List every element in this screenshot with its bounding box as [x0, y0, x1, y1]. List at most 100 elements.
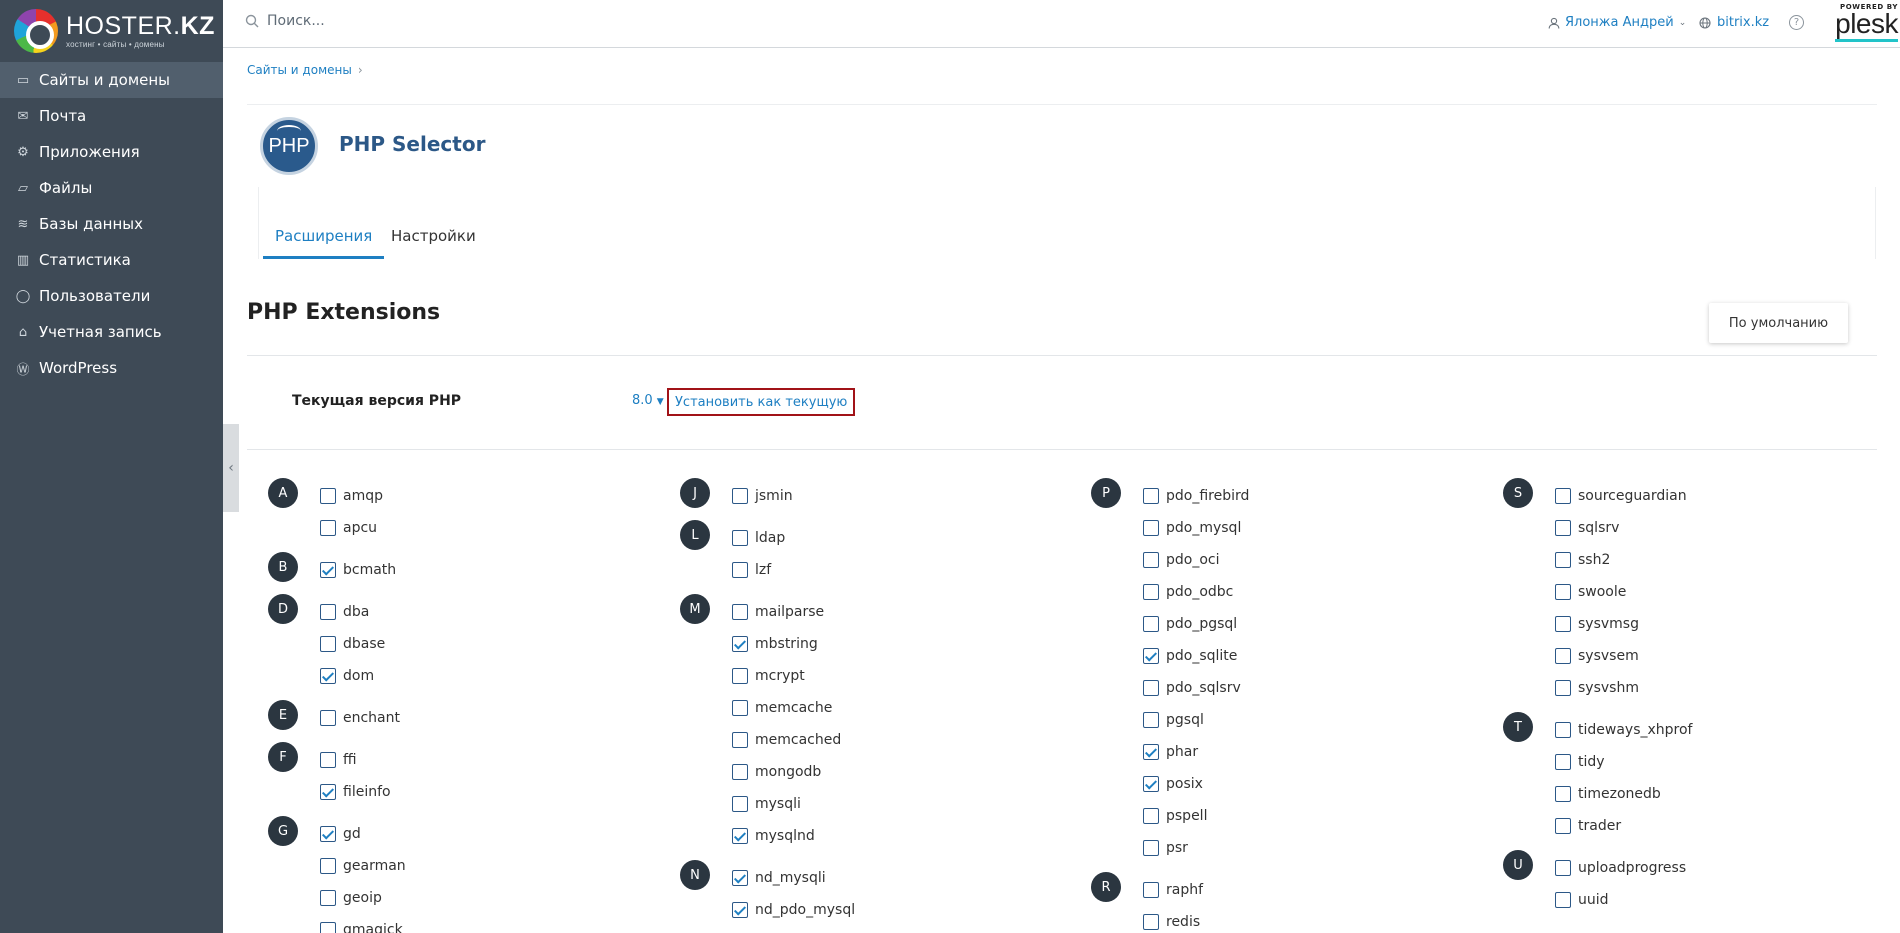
checkbox-unchecked-icon[interactable] [732, 668, 748, 684]
checkbox-unchecked-icon[interactable] [1555, 616, 1571, 632]
checkbox-unchecked-icon[interactable] [732, 604, 748, 620]
tab-settings[interactable]: Настройки [391, 227, 476, 259]
checkbox-unchecked-icon[interactable] [1555, 584, 1571, 600]
checkbox-unchecked-icon[interactable] [1555, 552, 1571, 568]
checkbox-checked-icon[interactable] [320, 668, 336, 684]
checkbox-unchecked-icon[interactable] [320, 710, 336, 726]
extension-checkbox[interactable]: dba [320, 602, 369, 622]
extension-checkbox[interactable]: gd [320, 824, 361, 844]
checkbox-unchecked-icon[interactable] [320, 858, 336, 874]
extension-checkbox[interactable]: raphf [1143, 880, 1203, 900]
checkbox-unchecked-icon[interactable] [1143, 680, 1159, 696]
checkbox-unchecked-icon[interactable] [732, 700, 748, 716]
checkbox-checked-icon[interactable] [732, 636, 748, 652]
extension-checkbox[interactable]: pspell [1143, 806, 1207, 826]
sidebar-item-7[interactable]: ⌂ Учетная запись [0, 314, 223, 350]
extension-checkbox[interactable]: pdo_firebird [1143, 486, 1249, 506]
checkbox-unchecked-icon[interactable] [1555, 648, 1571, 664]
checkbox-unchecked-icon[interactable] [320, 752, 336, 768]
extension-checkbox[interactable]: mcrypt [732, 666, 805, 686]
checkbox-unchecked-icon[interactable] [1143, 840, 1159, 856]
extension-checkbox[interactable]: mysqli [732, 794, 801, 814]
extension-checkbox[interactable]: memcache [732, 698, 832, 718]
checkbox-unchecked-icon[interactable] [1555, 488, 1571, 504]
sidebar-item-8[interactable]: Ⓦ WordPress [0, 350, 223, 386]
checkbox-checked-icon[interactable] [320, 784, 336, 800]
extension-checkbox[interactable]: bcmath [320, 560, 396, 580]
checkbox-unchecked-icon[interactable] [320, 604, 336, 620]
checkbox-unchecked-icon[interactable] [1143, 712, 1159, 728]
extension-checkbox[interactable]: mongodb [732, 762, 821, 782]
checkbox-unchecked-icon[interactable] [1555, 722, 1571, 738]
checkbox-unchecked-icon[interactable] [1143, 520, 1159, 536]
extension-checkbox[interactable]: swoole [1555, 582, 1626, 602]
checkbox-unchecked-icon[interactable] [1143, 882, 1159, 898]
extension-checkbox[interactable]: trader [1555, 816, 1621, 836]
extension-checkbox[interactable]: pgsql [1143, 710, 1204, 730]
search-input[interactable] [267, 13, 567, 29]
php-version-select[interactable]: 8.0 ▼ [632, 393, 664, 408]
extension-checkbox[interactable]: pdo_pgsql [1143, 614, 1237, 634]
checkbox-unchecked-icon[interactable] [732, 488, 748, 504]
checkbox-unchecked-icon[interactable] [1555, 786, 1571, 802]
extension-checkbox[interactable]: psr [1143, 838, 1188, 858]
tab-extensions[interactable]: Расширения [263, 227, 385, 259]
extension-checkbox[interactable]: ffi [320, 750, 357, 770]
checkbox-unchecked-icon[interactable] [732, 562, 748, 578]
checkbox-unchecked-icon[interactable] [732, 530, 748, 546]
extension-checkbox[interactable]: pdo_sqlsrv [1143, 678, 1241, 698]
checkbox-checked-icon[interactable] [320, 826, 336, 842]
checkbox-checked-icon[interactable] [732, 870, 748, 886]
extension-checkbox[interactable]: pdo_sqlite [1143, 646, 1237, 666]
checkbox-checked-icon[interactable] [732, 828, 748, 844]
sidebar-item-3[interactable]: ▱ Файлы [0, 170, 223, 206]
extension-checkbox[interactable]: amqp [320, 486, 383, 506]
checkbox-checked-icon[interactable] [1143, 776, 1159, 792]
extension-checkbox[interactable]: fileinfo [320, 782, 391, 802]
extension-checkbox[interactable]: mysqlnd [732, 826, 815, 846]
checkbox-unchecked-icon[interactable] [732, 764, 748, 780]
extension-checkbox[interactable]: pdo_mysql [1143, 518, 1241, 538]
extension-checkbox[interactable]: uploadprogress [1555, 858, 1686, 878]
extension-checkbox[interactable]: pdo_oci [1143, 550, 1220, 570]
extension-checkbox[interactable]: dbase [320, 634, 385, 654]
sidebar-item-0[interactable]: ▭ Сайты и домены [0, 62, 223, 98]
extension-checkbox[interactable]: apcu [320, 518, 377, 538]
sidebar-item-2[interactable]: ⚙ Приложения [0, 134, 223, 170]
checkbox-checked-icon[interactable] [732, 902, 748, 918]
sidebar-collapse-button[interactable]: ‹ [223, 424, 239, 512]
checkbox-unchecked-icon[interactable] [1555, 892, 1571, 908]
checkbox-unchecked-icon[interactable] [320, 520, 336, 536]
sidebar-item-6[interactable]: ◯ Пользователи [0, 278, 223, 314]
checkbox-unchecked-icon[interactable] [1143, 488, 1159, 504]
checkbox-unchecked-icon[interactable] [1555, 860, 1571, 876]
breadcrumb-item[interactable]: Сайты и домены [247, 63, 352, 77]
checkbox-unchecked-icon[interactable] [1143, 616, 1159, 632]
checkbox-unchecked-icon[interactable] [1143, 552, 1159, 568]
extension-checkbox[interactable]: mailparse [732, 602, 824, 622]
extension-checkbox[interactable]: timezonedb [1555, 784, 1661, 804]
checkbox-unchecked-icon[interactable] [320, 636, 336, 652]
checkbox-unchecked-icon[interactable] [1555, 818, 1571, 834]
checkbox-checked-icon[interactable] [1143, 744, 1159, 760]
sidebar-item-5[interactable]: ▥ Статистика [0, 242, 223, 278]
extension-checkbox[interactable]: sourceguardian [1555, 486, 1687, 506]
sidebar-item-1[interactable]: ✉ Почта [0, 98, 223, 134]
extension-checkbox[interactable]: ssh2 [1555, 550, 1610, 570]
extension-checkbox[interactable]: lzf [732, 560, 771, 580]
checkbox-unchecked-icon[interactable] [1555, 680, 1571, 696]
extension-checkbox[interactable]: sysvmsg [1555, 614, 1639, 634]
checkbox-checked-icon[interactable] [320, 562, 336, 578]
checkbox-unchecked-icon[interactable] [320, 890, 336, 906]
extension-checkbox[interactable]: sysvsem [1555, 646, 1639, 666]
extension-checkbox[interactable]: nd_pdo_mysql [732, 900, 855, 920]
extension-checkbox[interactable]: redis [1143, 912, 1200, 932]
checkbox-unchecked-icon[interactable] [320, 922, 336, 933]
extension-checkbox[interactable]: dom [320, 666, 374, 686]
checkbox-unchecked-icon[interactable] [1143, 914, 1159, 930]
extension-checkbox[interactable]: mbstring [732, 634, 818, 654]
user-menu[interactable]: Ялонжа Андрей ⌄ [1548, 15, 1686, 30]
extension-checkbox[interactable]: posix [1143, 774, 1203, 794]
checkbox-unchecked-icon[interactable] [732, 732, 748, 748]
checkbox-unchecked-icon[interactable] [320, 488, 336, 504]
